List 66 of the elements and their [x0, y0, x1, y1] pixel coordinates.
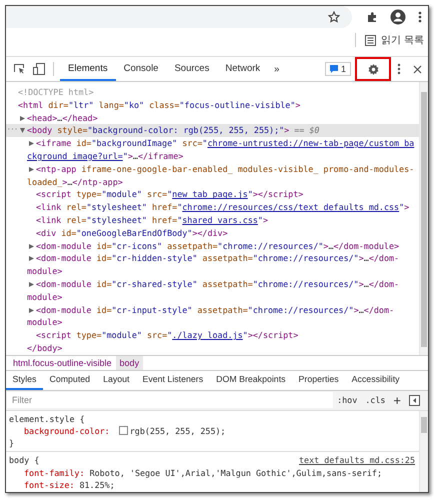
sidebar-tab[interactable]: Computed — [42, 370, 97, 390]
issues-badge[interactable]: 1 — [324, 62, 351, 76]
css-selector: body { — [9, 454, 40, 467]
expand-arrow-icon[interactable] — [29, 256, 34, 262]
sidebar-tab[interactable]: DOM Breakpoints — [210, 370, 292, 390]
filter-toggle[interactable]: + — [389, 392, 405, 408]
css-property[interactable]: background-color: — [24, 426, 110, 436]
more-icon[interactable] — [397, 63, 401, 75]
expand-arrow-icon[interactable] — [29, 141, 34, 146]
more-tabs-button[interactable]: » — [268, 64, 286, 74]
dom-node-line[interactable]: <link rel="stylesheet" href="shared_vars.css"> — [6, 214, 419, 227]
reading-list-label[interactable]: 읽기 목록 — [381, 33, 424, 47]
color-swatch[interactable] — [118, 426, 128, 435]
filter-toggle[interactable]: .cls — [361, 395, 390, 406]
sidebar-tab[interactable]: Accessibility — [345, 370, 406, 390]
panel-tab[interactable]: Elements — [60, 57, 116, 81]
dom-node-line[interactable]: <ntp-app iframe-one-google-bar-enabled_ modules-visible_ promo-and-modules-loaded_>…</ntp-app> — [6, 162, 419, 188]
message-icon — [330, 65, 338, 73]
dom-node-line[interactable]: <link rel="stylesheet" href="chrome://resources/css/text_defaults_md.css"> — [6, 201, 419, 214]
css-property[interactable]: font-family: — [24, 468, 85, 478]
star-icon[interactable] — [328, 11, 340, 23]
source-link[interactable]: text_defaults_md.css:25 — [299, 454, 415, 467]
panel-tab[interactable]: Network — [217, 57, 268, 81]
sidebar-tab[interactable]: Event Listeners — [136, 370, 210, 390]
device-icon[interactable] — [33, 63, 45, 75]
dom-node-line[interactable]: <div id="oneGoogleBarEndOfBody"></div> — [6, 226, 419, 240]
closing-brace: } — [9, 437, 16, 450]
dom-node-line[interactable]: <iframe id="backgroundImage" src="chrome-untrusted://new-tab-page/custom_background_image?url=">…</iframe> — [6, 137, 419, 163]
inspect-icon[interactable] — [14, 64, 25, 74]
account-icon[interactable] — [390, 9, 406, 25]
expand-arrow-icon[interactable] — [29, 166, 34, 172]
expand-arrow-icon[interactable] — [29, 282, 34, 287]
css-property[interactable]: font-size: — [24, 480, 74, 490]
dom-node-line[interactable]: <dom-module id="cr-hidden-style" assetpath="chrome://resources/">…</dom-module> — [6, 252, 419, 278]
scrollbar[interactable] — [419, 410, 428, 492]
dom-node-line[interactable]: <html dir="ltr" lang="ko" class="focus-outline-visible"> — [6, 98, 419, 112]
filter-toggle[interactable]: :hov — [333, 395, 362, 406]
panel-tab[interactable]: Console — [116, 57, 166, 81]
more-icon[interactable] — [418, 11, 422, 23]
sidebar-toggle-icon[interactable] — [409, 394, 420, 406]
reading-list-icon[interactable] — [365, 34, 376, 46]
collapse-arrow-icon[interactable] — [20, 128, 25, 134]
dom-node-line[interactable]: <script type="module" src="new_tab_page.js"></script> — [6, 188, 419, 202]
dom-node-line[interactable]: <dom-module id="cr-input-style" assetpath="chrome://resources/">…</dom-module> — [6, 304, 419, 330]
panel-tab[interactable]: Sources — [166, 57, 218, 81]
dom-node-line[interactable]: </body> — [6, 342, 419, 355]
expand-arrow-icon[interactable] — [20, 116, 25, 121]
css-value[interactable]: 81.25%; — [79, 480, 115, 490]
breadcrumb[interactable]: body — [116, 356, 144, 370]
sidebar-tab[interactable]: Properties — [292, 370, 346, 390]
dom-node-line[interactable]: <script type="module" src="./lazy_load.js"></script> — [6, 329, 419, 342]
sidebar-tab[interactable]: Layout — [96, 370, 136, 390]
settings-icon[interactable] — [368, 64, 378, 74]
dom-node-line[interactable]: <dom-module id="cr-icons" assetpath="chrome://resources/">…</dom-module> — [6, 240, 419, 252]
css-value[interactable]: Roboto, 'Segoe UI',Arial,'Malgun Gothic',Gulim,sans-serif; — [90, 468, 382, 478]
css-value[interactable]: rgb(255, 255, 255); — [130, 426, 226, 436]
puzzle-icon[interactable] — [366, 11, 378, 23]
expand-arrow-icon[interactable] — [29, 308, 34, 313]
expand-arrow-icon[interactable] — [29, 244, 34, 249]
dom-node-line[interactable]: <dom-module id="cr-shared-style" assetpath="chrome://resources/">…</dom-module> — [6, 278, 419, 304]
close-icon[interactable] — [413, 64, 422, 74]
css-selector: element.style { — [9, 412, 85, 425]
scrollbar[interactable] — [419, 82, 428, 355]
dom-node-line[interactable]: <head>…</head> — [6, 112, 419, 124]
breadcrumb[interactable]: html.focus-outline-visible — [9, 356, 116, 370]
filter-field[interactable]: Filter — [7, 392, 334, 408]
